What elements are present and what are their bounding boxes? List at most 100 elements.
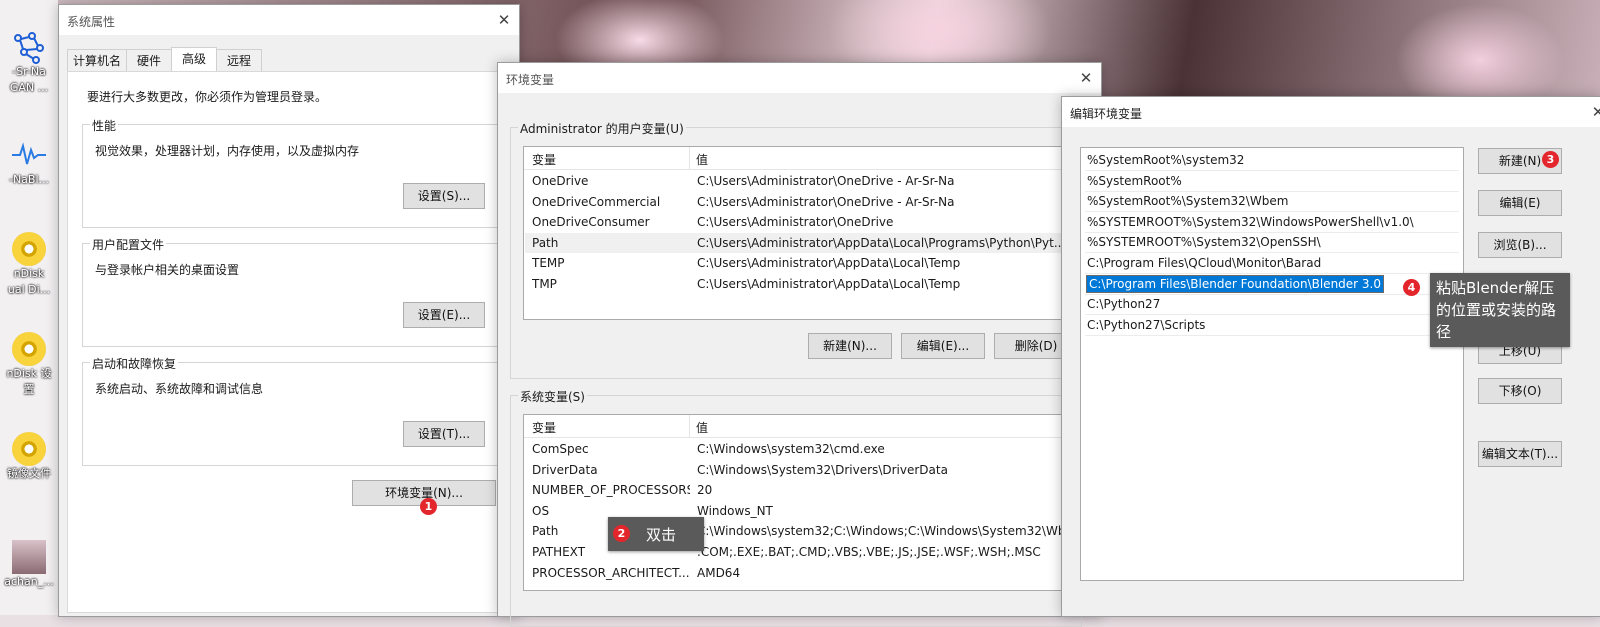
- desktop-shortcut-achan[interactable]: achan_...: [0, 540, 58, 590]
- title-bar: 系统属性 ✕: [59, 5, 519, 35]
- variable-name: NUMBER_OF_PROCESSORS: [532, 483, 690, 498]
- title-bar: 编辑环境变量 ✕: [1062, 97, 1600, 127]
- desktop-shortcut-label: -NaBl...: [8, 173, 50, 186]
- startup-recovery-group: 启动和故障恢复 系统启动、系统故障和调试信息 设置(T)...: [82, 355, 502, 466]
- title-bar: 环境变量 ✕: [498, 63, 1101, 93]
- tab-hardware[interactable]: 硬件: [126, 49, 172, 71]
- table-row[interactable]: ComSpec C:\Windows\system32\cmd.exe: [525, 439, 1078, 459]
- step-badge-3: 3: [1542, 151, 1559, 168]
- variable-name: OneDrive: [532, 174, 589, 188]
- performance-desc: 视觉效果，处理器计划，内存使用，以及虚拟内存: [95, 144, 360, 158]
- path-entry-text[interactable]: C:\Program Files\Blender Foundation\Blen…: [1086, 274, 1385, 293]
- table-row[interactable]: OneDriveCommercial C:\Users\Administrator…: [525, 192, 1078, 212]
- close-icon[interactable]: ✕: [1589, 103, 1600, 121]
- variable-name: TMP: [532, 277, 557, 291]
- group-title: 用户配置文件: [90, 236, 167, 253]
- group-title: 启动和故障恢复: [90, 355, 179, 372]
- path-entry-text: C:\Python27\Scripts: [1087, 317, 1206, 332]
- tooltip-text: 双击: [646, 526, 677, 544]
- list-header: 变量 值: [524, 415, 1079, 438]
- edit-text-button[interactable]: 编辑文本(T)...: [1478, 441, 1562, 467]
- variable-value: 20: [697, 483, 713, 498]
- path-entry-text: %SYSTEMROOT%\System32\WindowsPowerShell\…: [1087, 214, 1414, 229]
- table-row[interactable]: TEMP C:\Users\Administrator\AppData\Local…: [525, 253, 1078, 273]
- startup-recovery-settings-button[interactable]: 设置(T)...: [403, 421, 485, 447]
- table-row[interactable]: TMP C:\Users\Administrator\AppData\Local\…: [525, 274, 1078, 294]
- step-badge-1: 1: [420, 498, 437, 515]
- tab-computer-name[interactable]: 计算机名: [67, 49, 127, 71]
- user-edit-button[interactable]: 编辑(E)...: [901, 333, 985, 359]
- column-divider[interactable]: [689, 415, 690, 437]
- desktop-shortcut-virtual-disk[interactable]: nDisk ual Di...: [0, 232, 58, 298]
- column-header-value[interactable]: 值: [696, 419, 708, 436]
- group-title: 性能: [90, 117, 119, 134]
- path-entry[interactable]: %SystemRoot%\System32\Wbem: [1085, 191, 1459, 213]
- close-icon[interactable]: ✕: [1077, 69, 1095, 87]
- path-entry[interactable]: %SystemRoot%: [1085, 171, 1459, 192]
- desktop-shortcut-label: 镜像文件: [7, 467, 51, 480]
- system-properties-window: 系统属性 ✕ 计算机名 硬件 高级 远程 要进行大多数更改，你必须作为管理员登录…: [58, 4, 520, 617]
- path-entry[interactable]: C:\Python27\Scripts: [1085, 315, 1459, 336]
- variable-value: C:\Users\Administrator\AppData\Local\Pro…: [697, 235, 1066, 250]
- column-divider[interactable]: [689, 147, 690, 169]
- variable-name: Path: [532, 235, 559, 250]
- desktop-shortcut-label: -Sr-Na: [12, 65, 46, 78]
- startup-recovery-desc: 系统启动、系统故障和调试信息: [95, 382, 264, 396]
- tab-panel: 要进行大多数更改，你必须作为管理员登录。 性能 视觉效果，处理器计划，内存使用，…: [67, 71, 517, 613]
- column-header-value[interactable]: 值: [696, 151, 708, 168]
- column-header-variable[interactable]: 变量: [532, 419, 556, 436]
- desktop-shortcut-image-file[interactable]: 镜像文件: [0, 432, 58, 482]
- group-title: Administrator 的用户变量(U): [518, 120, 686, 137]
- image-thumbnail-icon: [12, 540, 46, 574]
- desktop-icon-column: -Sr-Na GAN ... -NaBl... nDisk ual Di... …: [0, 0, 58, 615]
- table-row[interactable]: DriverData C:\Windows\System32\Drivers\Dr…: [525, 460, 1078, 480]
- move-down-button[interactable]: 下移(O): [1478, 378, 1562, 404]
- close-icon[interactable]: ✕: [495, 11, 513, 29]
- network-graph-icon: [12, 30, 46, 64]
- path-entries-list[interactable]: %SystemRoot%\system32 %SystemRoot% %System…: [1080, 147, 1464, 581]
- variable-name: PROCESSOR_ARCHITECT...: [532, 565, 690, 580]
- path-entry[interactable]: C:\Python27: [1085, 294, 1459, 316]
- variable-value: Windows_NT: [697, 503, 773, 518]
- table-row[interactable]: NUMBER_OF_PROCESSORS 20: [525, 480, 1078, 500]
- path-entry[interactable]: %SYSTEMROOT%\System32\WindowsPowerShell\…: [1085, 212, 1459, 233]
- table-row[interactable]: Path C:\Users\Administrator\AppData\Local…: [525, 232, 1078, 253]
- list-header: 变量 值: [524, 147, 1079, 170]
- window-title: 环境变量: [506, 73, 555, 87]
- system-variables-list[interactable]: 变量 值 ComSpec C:\Windows\system32\cmd.exe D…: [523, 414, 1080, 591]
- variable-value: C:\Users\Administrator\AppData\Local\Tem…: [697, 277, 961, 291]
- path-entry-text: %SystemRoot%: [1087, 173, 1182, 188]
- table-row[interactable]: OneDriveConsumer C:\Users\Administrator\O…: [525, 212, 1078, 232]
- path-entry-text: C:\Python27: [1087, 297, 1161, 312]
- variable-value: C:\Users\Administrator\AppData\Local\Tem…: [697, 256, 961, 271]
- variable-name: ComSpec: [532, 442, 589, 456]
- variable-value: C:\Windows\system32;C:\Windows;C:\Window…: [697, 524, 1077, 539]
- variable-value: .COM;.EXE;.BAT;.CMD;.VBS;.VBE;.JS;.JSE;.…: [697, 545, 1041, 559]
- variable-name: OS: [532, 503, 550, 518]
- column-header-variable[interactable]: 变量: [532, 151, 556, 168]
- table-row[interactable]: PROCESSOR_ARCHITECT... AMD64: [525, 563, 1078, 583]
- variable-value: C:\Users\Administrator\OneDrive: [697, 215, 894, 230]
- tab-advanced[interactable]: 高级: [171, 47, 217, 72]
- user-new-button[interactable]: 新建(N)...: [808, 333, 892, 359]
- desktop-shortcut-nabl[interactable]: -NaBl...: [0, 138, 58, 188]
- performance-group: 性能 视觉效果，处理器计划，内存使用，以及虚拟内存 设置(S)...: [82, 117, 502, 228]
- edit-entry-button[interactable]: 编辑(E): [1478, 190, 1562, 216]
- performance-settings-button[interactable]: 设置(S)...: [403, 183, 485, 209]
- group-title: 系统变量(S): [518, 388, 587, 405]
- user-variables-group: Administrator 的用户变量(U) 变量 值 OneDrive C:\U…: [510, 120, 1082, 379]
- desktop-shortcut-disk-settings[interactable]: nDisk 设 置: [0, 332, 58, 398]
- browse-button[interactable]: 浏览(B)...: [1478, 232, 1562, 258]
- desktop-shortcut-sr-na-gan[interactable]: -Sr-Na GAN ...: [0, 30, 58, 96]
- path-entry[interactable]: C:\Program Files\QCloud\Monitor\Barad: [1085, 253, 1459, 274]
- user-profile-settings-button[interactable]: 设置(E)...: [403, 302, 485, 328]
- desktop-shortcut-label: 置: [23, 383, 35, 396]
- system-variables-group: 系统变量(S) 变量 值 ComSpec C:\Windows\system32\…: [510, 388, 1082, 627]
- tab-remote[interactable]: 远程: [216, 49, 262, 71]
- user-variables-list[interactable]: 变量 值 OneDrive C:\Users\Administrator\OneD…: [523, 146, 1080, 320]
- waveform-icon: [12, 138, 46, 172]
- path-entry-text: %SystemRoot%\System32\Wbem: [1087, 194, 1289, 209]
- path-entry[interactable]: %SYSTEMROOT%\System32\OpenSSH\: [1085, 232, 1459, 254]
- table-row[interactable]: OneDrive C:\Users\Administrator\OneDrive …: [525, 171, 1078, 191]
- path-entry[interactable]: %SystemRoot%\system32: [1085, 150, 1459, 171]
